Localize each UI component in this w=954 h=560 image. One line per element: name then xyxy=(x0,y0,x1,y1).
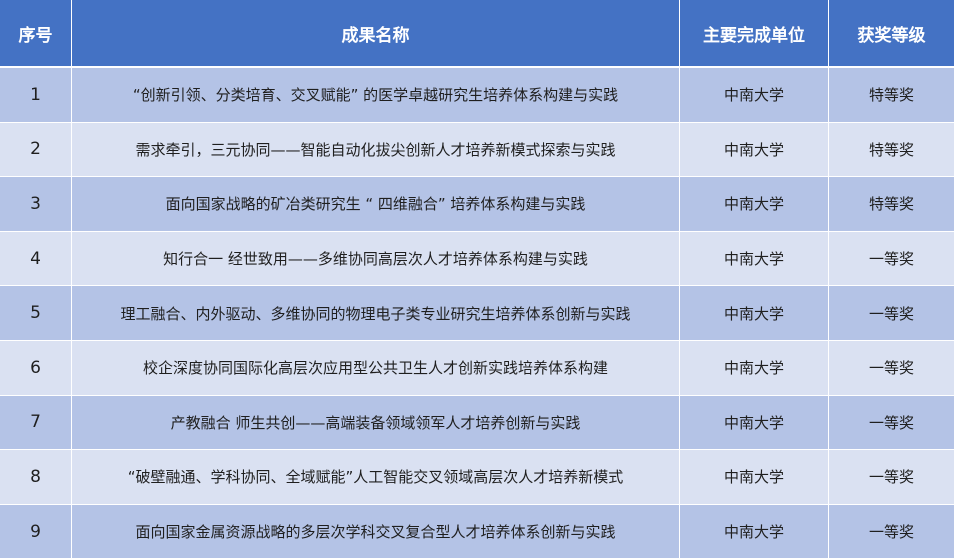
row-index: 4 xyxy=(0,231,72,287)
row-unit: 中南大学 xyxy=(680,504,829,560)
row-level: 特等奖 xyxy=(829,122,954,178)
row-unit: 中南大学 xyxy=(680,395,829,451)
row-index: 9 xyxy=(0,504,72,560)
row-name: 面向国家战略的矿冶类研究生 “ 四维融合” 培养体系构建与实践 xyxy=(72,177,680,232)
awards-table: 序号 成果名称 主要完成单位 获奖等级 1 “创新引领、分类培育、交叉赋能” 的… xyxy=(0,0,954,560)
row-name: 校企深度协同国际化高层次应用型公共卫生人才创新实践培养体系构建 xyxy=(72,340,680,396)
header-index: 序号 xyxy=(0,0,72,68)
row-unit: 中南大学 xyxy=(680,340,829,396)
row-index: 6 xyxy=(0,340,72,396)
row-level: 一等奖 xyxy=(829,340,954,396)
row-level: 特等奖 xyxy=(829,177,954,232)
row-unit: 中南大学 xyxy=(680,122,829,178)
row-unit: 中南大学 xyxy=(680,450,829,505)
row-name: 面向国家金属资源战略的多层次学科交叉复合型人才培养体系创新与实践 xyxy=(72,504,680,560)
row-name: 产教融合 师生共创——高端装备领域领军人才培养创新与实践 xyxy=(72,395,680,451)
header-level: 获奖等级 xyxy=(829,0,954,68)
row-unit: 中南大学 xyxy=(680,231,829,287)
row-unit: 中南大学 xyxy=(680,68,829,123)
row-unit: 中南大学 xyxy=(680,286,829,341)
row-index: 2 xyxy=(0,122,72,178)
row-index: 5 xyxy=(0,286,72,341)
row-index: 1 xyxy=(0,68,72,123)
row-unit: 中南大学 xyxy=(680,177,829,232)
header-unit: 主要完成单位 xyxy=(680,0,829,68)
header-name: 成果名称 xyxy=(72,0,680,68)
row-index: 3 xyxy=(0,177,72,232)
row-index: 7 xyxy=(0,395,72,451)
row-level: 一等奖 xyxy=(829,450,954,505)
row-level: 一等奖 xyxy=(829,286,954,341)
row-name: 理工融合、内外驱动、多维协同的物理电子类专业研究生培养体系创新与实践 xyxy=(72,286,680,341)
row-level: 一等奖 xyxy=(829,504,954,560)
row-level: 一等奖 xyxy=(829,395,954,451)
row-index: 8 xyxy=(0,450,72,505)
row-name: 知行合一 经世致用——多维协同高层次人才培养体系构建与实践 xyxy=(72,231,680,287)
row-level: 一等奖 xyxy=(829,231,954,287)
row-name: “创新引领、分类培育、交叉赋能” 的医学卓越研究生培养体系构建与实践 xyxy=(72,68,680,123)
row-level: 特等奖 xyxy=(829,68,954,123)
row-name: 需求牵引，三元协同——智能自动化拔尖创新人才培养新模式探索与实践 xyxy=(72,122,680,178)
row-name: “破壁融通、学科协同、全域赋能”人工智能交叉领域高层次人才培养新模式 xyxy=(72,450,680,505)
